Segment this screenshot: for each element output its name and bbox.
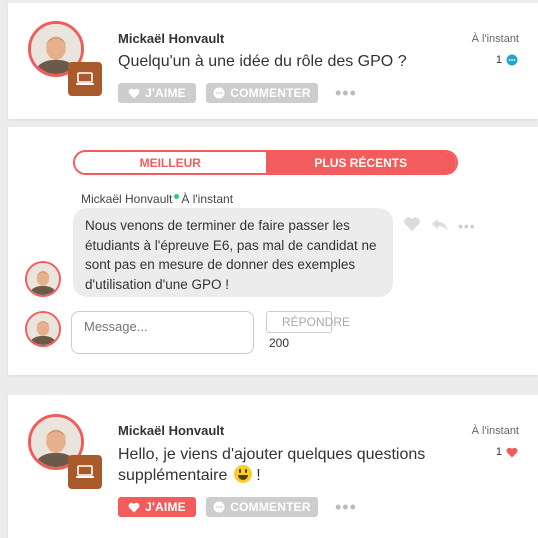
heart-icon <box>506 447 518 457</box>
tab-best[interactable]: MEILLEUR <box>75 152 266 173</box>
comment-sort-toggle: MEILLEUR PLUS RÉCENTS <box>73 150 458 175</box>
post-1-comment-label: COMMENTER <box>230 86 311 100</box>
reply-button[interactable]: RÉPONDRE <box>266 311 350 333</box>
avatar-photo-icon <box>27 263 59 295</box>
message-input[interactable] <box>71 311 254 354</box>
post-1-count-value: 1 <box>495 54 502 66</box>
comment-1-more-options-icon[interactable]: ••• <box>458 219 476 233</box>
laptop-badge-icon <box>68 455 102 489</box>
post-1-text: Quelqu'un à une idée du rôle des GPO ? <box>118 53 407 70</box>
post-2-like-label: J'AIME <box>145 500 186 514</box>
post-2-comment-label: COMMENTER <box>230 500 311 514</box>
comment-bubble-icon <box>506 54 518 66</box>
comment-1-avatar[interactable] <box>25 261 61 297</box>
post-2-comment-button[interactable]: COMMENTER <box>206 497 318 517</box>
heart-icon <box>128 88 140 98</box>
post-1-timestamp: À l'instant <box>471 33 519 45</box>
comment-icon <box>213 501 225 513</box>
post-1-comment-button[interactable]: COMMENTER <box>206 83 318 103</box>
post-2-more-options-icon[interactable]: ••• <box>335 498 357 516</box>
avatar-photo-icon <box>27 313 59 345</box>
laptop-badge-icon <box>68 62 102 96</box>
tab-recent[interactable]: PLUS RÉCENTS <box>265 152 456 173</box>
comment-1-author[interactable]: Mickaël Honvault <box>81 192 172 206</box>
post-2-like-button[interactable]: J'AIME <box>118 497 196 517</box>
post-2-like-count[interactable]: 1 <box>496 446 518 458</box>
comment-icon <box>213 87 225 99</box>
post-1-like-label: J'AIME <box>145 86 186 100</box>
post-1-more-options-icon[interactable]: ••• <box>335 84 357 102</box>
post-2-author[interactable]: Mickaël Honvault <box>118 423 224 438</box>
post-2-text-body: Hello, je viens d'ajouter quelques quest… <box>118 446 426 484</box>
smiley-emoji-icon <box>233 465 252 483</box>
comment-1-timestamp: À l'instant <box>181 192 234 206</box>
comment-1-bubble: Nous venons de terminer de faire passer … <box>73 208 393 297</box>
post-1-author[interactable]: Mickaël Honvault <box>118 31 224 46</box>
post-2-count-value: 1 <box>495 446 502 458</box>
post-2-text-suffix: ! <box>251 467 261 484</box>
comment-1-reply-icon[interactable] <box>431 218 449 232</box>
post-2-timestamp: À l'instant <box>471 425 519 437</box>
post-2-text: Hello, je viens d'ajouter quelques quest… <box>118 444 438 486</box>
char-count: 200 <box>269 336 290 350</box>
post-1-comment-count[interactable]: 1 <box>496 54 518 66</box>
heart-icon <box>128 502 140 512</box>
online-status-dot <box>174 193 180 199</box>
post-1-like-button[interactable]: J'AIME <box>118 83 196 103</box>
comment-1-meta: Mickaël Honvault À l'instant <box>81 192 233 206</box>
comment-1-heart-icon[interactable] <box>403 216 421 232</box>
composer-avatar <box>25 311 61 347</box>
